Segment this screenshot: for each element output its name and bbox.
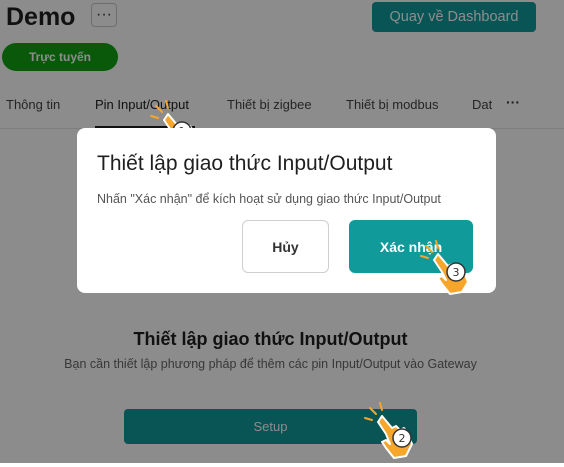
dialog-message: Nhấn "Xác nhận" để kích hoạt sử dụng gia… (97, 192, 441, 206)
click-burst-icon (420, 240, 439, 259)
click-burst-icon (150, 100, 169, 119)
click-burst-icon (364, 402, 383, 421)
step-number: 2 (399, 432, 406, 445)
cancel-button[interactable]: Hủy (242, 220, 329, 273)
step-number: 3 (453, 266, 460, 279)
pointer-hand-step-2: 2 (362, 400, 422, 467)
dialog-title: Thiết lập giao thức Input/Output (97, 152, 393, 175)
pointer-hand-step-3: 3 (418, 238, 478, 301)
